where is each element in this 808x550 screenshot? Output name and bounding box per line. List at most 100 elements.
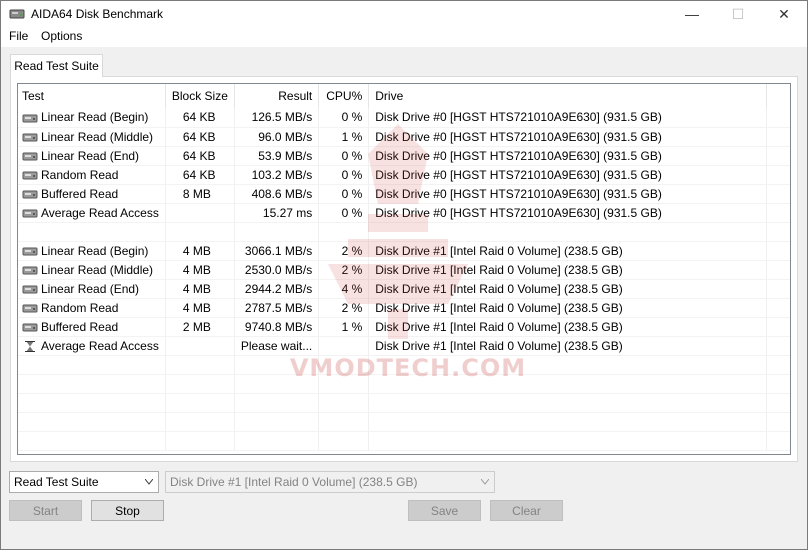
cell-block: 2 MB [165,317,235,337]
cell-result: 3066.1 MB/s [234,241,320,261]
menu-bar: File Options [1,27,807,47]
cell-block: 4 MB [165,298,235,318]
disk-drive-icon [22,285,38,294]
empty-cell [318,412,370,432]
cell-result: 2944.2 MB/s [234,279,320,299]
cell-result-text: 15.27 ms [262,205,313,220]
cell-test-text: Linear Read (End) [41,281,140,296]
column-header-result[interactable]: Result [234,84,320,108]
column-header-drive[interactable]: Drive [368,84,768,108]
cell-result-text: 103.2 MB/s [251,167,313,182]
cell-test: Average Read Access [18,203,166,223]
cell-block: 4 MB [165,260,235,280]
cell-result-text: 408.6 MB/s [251,186,313,201]
cell-filler [766,184,790,204]
cell-test-text: Linear Read (Middle) [41,129,154,144]
title-bar[interactable]: AIDA64 Disk Benchmark — ☐ ✕ [1,1,807,27]
cell-test-text: Linear Read (Middle) [41,262,154,277]
disk-drive-icon [22,190,38,199]
cell-block-text: 2 MB [182,319,211,334]
empty-cell [234,393,320,413]
empty-cell [766,355,790,375]
cell-block-text: 64 KB [182,129,216,144]
cell-result: 9740.8 MB/s [234,317,320,337]
close-icon: ✕ [778,5,790,22]
disk-drive-icon [22,133,38,142]
empty-cell [18,393,166,413]
cell-test: Random Read [18,165,166,185]
empty-cell [766,412,790,432]
empty-cell [766,374,790,394]
cell-result-text: 2787.5 MB/s [244,300,313,315]
cell-block-text: 4 MB [182,300,211,315]
cell-result: 53.9 MB/s [234,146,320,166]
cell-test-text: Buffered Read [41,319,119,334]
minimize-button[interactable]: — [669,1,715,27]
cell-filler [766,222,790,242]
cell-filler [766,317,790,337]
empty-cell [18,374,166,394]
empty-cell [165,374,235,394]
test-suite-select[interactable]: Read Test Suite [9,471,159,493]
cell-block-text: 64 KB [182,148,216,163]
cell-test: Linear Read (End) [18,146,166,166]
results-list[interactable]: VMODTECH.COM Test Block Size Result CPU%… [17,83,791,455]
cell-block-text: 4 MB [182,262,211,277]
cell-test: Random Read [18,298,166,318]
clear-button: Clear [490,500,563,521]
empty-cell [165,412,235,432]
start-button: Start [9,500,82,521]
empty-cell [234,412,320,432]
cell-filler [766,127,790,147]
stop-button[interactable]: Stop [91,500,164,521]
cell-result: 2787.5 MB/s [234,298,320,318]
maximize-button[interactable]: ☐ [715,1,761,27]
cell-test: Buffered Read [18,184,166,204]
cell-test-text: Average Read Access [41,338,159,353]
cell-result: 408.6 MB/s [234,184,320,204]
empty-cell [318,431,370,451]
cell-result-text: 2530.0 MB/s [244,262,313,277]
watermark-text: VMODTECH.COM [289,354,527,382]
cell-test: Linear Read (Middle) [18,260,166,280]
menu-file[interactable]: File [9,29,28,43]
status-bar [1,528,807,549]
cell-result [234,222,320,242]
column-header-block-size[interactable]: Block Size [165,84,235,108]
aida64-disk-benchmark-window: AIDA64 Disk Benchmark — ☐ ✕ File Options… [0,0,808,550]
cell-block: 64 KB [165,146,235,166]
disk-drive-icon [22,304,38,313]
cell-test-text: Average Read Access [41,205,159,220]
hourglass-icon [25,340,35,352]
tab-read-test-suite[interactable]: Read Test Suite [10,54,103,77]
empty-cell [18,431,166,451]
menu-options[interactable]: Options [41,29,82,43]
drive-select-value: Disk Drive #1 [Intel Raid 0 Volume] (238… [170,475,418,489]
cell-result: 103.2 MB/s [234,165,320,185]
disk-drive-icon [22,266,38,275]
empty-cell [18,355,166,375]
cell-result: 2530.0 MB/s [234,260,320,280]
cell-block-text: 8 MB [182,186,211,201]
cell-test: Linear Read (End) [18,279,166,299]
disk-drive-icon [22,152,38,161]
chevron-down-icon [145,479,153,485]
cell-filler [766,279,790,299]
cell-block [165,203,235,223]
cell-result-text: 53.9 MB/s [258,148,313,163]
cell-test-text: Linear Read (Begin) [41,243,149,258]
cell-result: Please wait... [234,336,320,356]
tab-panel: VMODTECH.COM Test Block Size Result CPU%… [10,76,798,462]
column-header-test[interactable]: Test [18,84,166,108]
cell-filler [766,165,790,185]
cell-test: Buffered Read [18,317,166,337]
column-header-cpu[interactable]: CPU% [318,84,370,108]
cell-test-text: Buffered Read [41,186,119,201]
empty-cell [318,393,370,413]
close-button[interactable]: ✕ [761,1,807,27]
cell-result-text: 2944.2 MB/s [244,281,313,296]
column-header-filler [766,84,790,108]
cell-test: Linear Read (Begin) [18,241,166,261]
window-title: AIDA64 Disk Benchmark [31,7,164,21]
chevron-down-icon [481,479,489,485]
